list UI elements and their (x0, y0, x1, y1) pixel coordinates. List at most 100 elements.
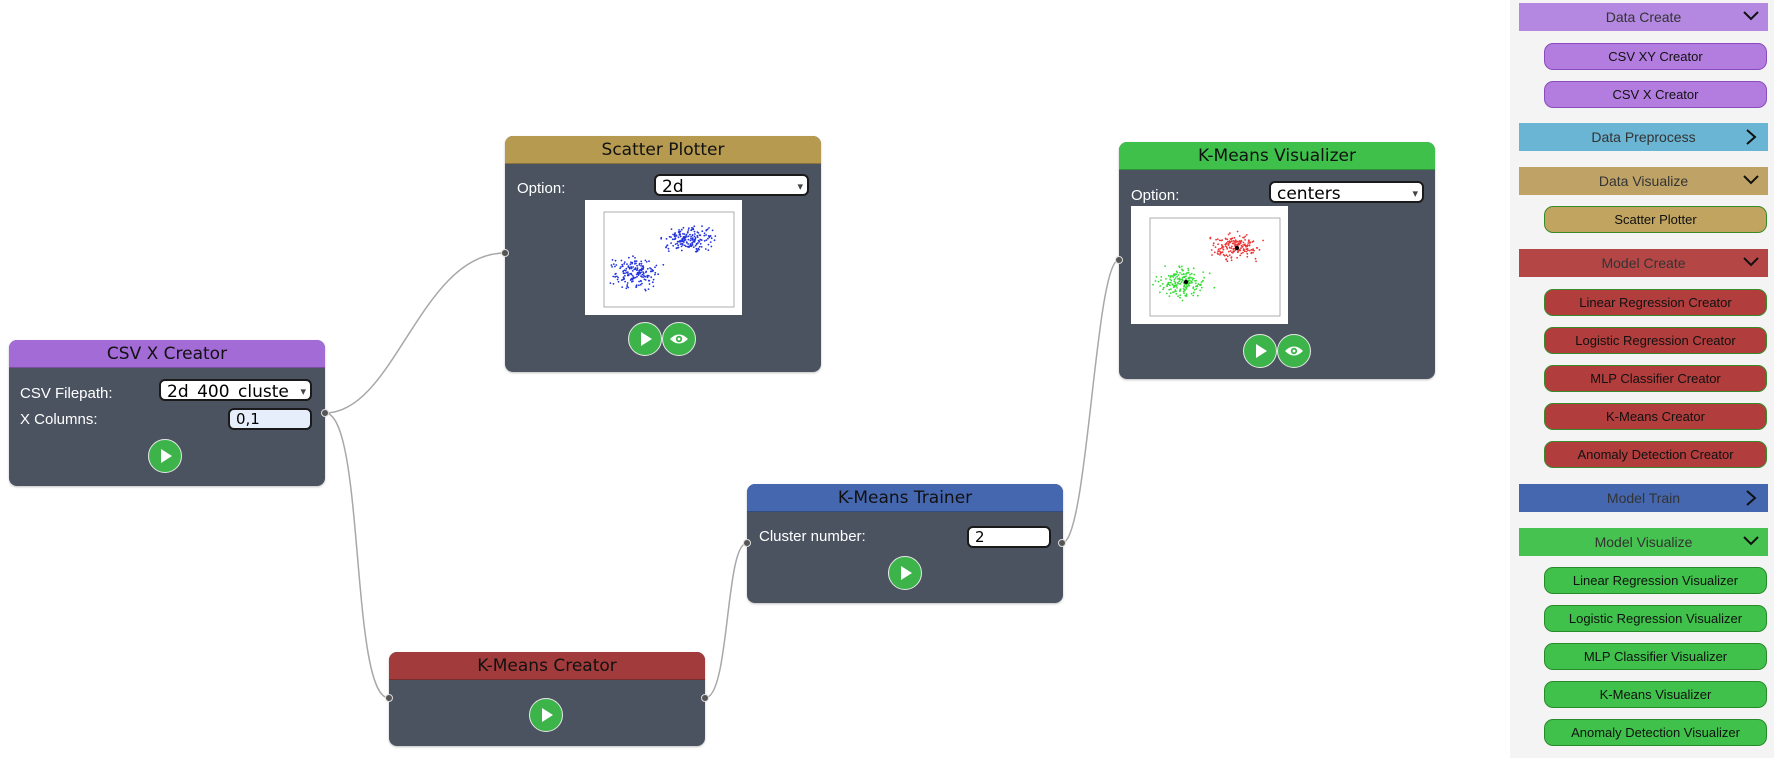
scatter-point (641, 282, 643, 285)
cluster-point (1182, 273, 1185, 275)
cluster-point (1193, 288, 1196, 291)
scatter-point (683, 241, 685, 243)
cluster-number-input[interactable]: 2 (967, 526, 1051, 548)
csv-filepath-select[interactable]: 2d_400_cluste ▾ (159, 379, 312, 401)
palette-item-csv-x-creator[interactable]: CSV X Creator (1544, 81, 1767, 108)
scatter-point (687, 229, 690, 231)
scatter-point (644, 275, 646, 278)
category-data-visualize[interactable]: Data Visualize (1519, 167, 1768, 195)
run-button[interactable] (628, 322, 662, 356)
palette-item-logistic-regression-creator[interactable]: Logistic Regression Creator (1544, 327, 1767, 354)
node-editor-canvas[interactable]: CSV X Creator CSV Filepath: 2d_400_clust… (0, 0, 1510, 758)
cluster-point (1167, 282, 1169, 285)
palette-item-linear-regression-visualizer[interactable]: Linear Regression Visualizer (1544, 567, 1767, 594)
scatter-point (626, 263, 628, 265)
cluster-point (1246, 255, 1249, 258)
run-button[interactable] (1243, 334, 1277, 368)
visualizer-option-select[interactable]: centers ▾ (1269, 181, 1424, 203)
palette-item-mlp-classifier-creator[interactable]: MLP Classifier Creator (1544, 365, 1767, 392)
cluster-point (1181, 269, 1184, 272)
kmeans-creator-input-port[interactable] (385, 694, 393, 702)
category-model-visualize[interactable]: Model Visualize (1519, 528, 1768, 556)
kmeans-creator-output-port[interactable] (701, 694, 709, 702)
scatter-point (640, 268, 643, 271)
palette-item-csv-xy-creator[interactable]: CSV XY Creator (1544, 43, 1767, 70)
run-button[interactable] (888, 556, 922, 590)
cluster-point (1208, 272, 1211, 275)
wire-csv-to-kmeans-creator (324, 412, 390, 699)
cluster-point (1217, 243, 1219, 246)
scatter-point (699, 242, 702, 245)
view-button[interactable] (1277, 334, 1311, 368)
palette-item-anomaly-detection-creator[interactable]: Anomaly Detection Creator (1544, 441, 1767, 468)
cluster-point (1225, 258, 1227, 261)
view-button[interactable] (662, 322, 696, 356)
scatter-point (704, 248, 707, 250)
palette-item-linear-regression-creator[interactable]: Linear Regression Creator (1544, 289, 1767, 316)
cluster-point (1219, 247, 1222, 250)
scatter-point (623, 263, 626, 265)
cluster-point (1181, 299, 1184, 302)
cluster-point (1189, 273, 1191, 276)
scatter-point (624, 280, 626, 283)
kmeans-trainer-input-port[interactable] (743, 539, 751, 547)
scatter-point (630, 267, 633, 269)
category-model-create[interactable]: Model Create (1519, 249, 1768, 277)
kmeans-trainer-node[interactable]: K-Means Trainer Cluster number: 2 (747, 484, 1063, 603)
chevron-down-icon (1743, 536, 1759, 546)
palette-item-scatter-plotter[interactable]: Scatter Plotter (1544, 206, 1767, 233)
chevron-right-icon (1746, 490, 1757, 506)
scatter-point (667, 247, 670, 250)
palette-item-logistic-regression-visualizer[interactable]: Logistic Regression Visualizer (1544, 605, 1767, 632)
kmeans-visualizer-header[interactable]: K-Means Visualizer (1119, 142, 1435, 170)
scatter-point (665, 238, 668, 240)
category-model-train[interactable]: Model Train (1519, 484, 1768, 512)
scatter-point (678, 241, 681, 243)
scatter-plotter-node[interactable]: Scatter Plotter Option: 2d ▾ (505, 136, 821, 372)
run-button[interactable] (148, 439, 182, 473)
chevron-down-icon: ▾ (1412, 187, 1418, 200)
kmeans-trainer-header[interactable]: K-Means Trainer (747, 484, 1063, 512)
scatter-point (625, 267, 628, 270)
plot-option-select[interactable]: 2d ▾ (654, 174, 809, 196)
chevron-down-icon (1743, 175, 1759, 185)
scatter-point (632, 280, 634, 282)
cluster-point (1232, 248, 1235, 251)
visualizer-option-value: centers (1277, 184, 1341, 203)
kmeans-trainer-output-port[interactable] (1058, 539, 1066, 547)
category-data-preprocess[interactable]: Data Preprocess (1519, 123, 1768, 151)
scatter-point (648, 275, 650, 277)
cluster-point (1183, 292, 1185, 295)
kmeans-creator-node[interactable]: K-Means Creator (389, 652, 705, 746)
csv-x-creator-header[interactable]: CSV X Creator (9, 340, 325, 368)
scatter-point (638, 284, 640, 287)
csv-x-output-port[interactable] (321, 409, 329, 417)
category-data-create[interactable]: Data Create (1519, 3, 1768, 31)
cluster-point (1218, 239, 1221, 242)
palette-item-anomaly-detection-visualizer[interactable]: Anomaly Detection Visualizer (1544, 719, 1767, 746)
palette-item-kmeans-creator[interactable]: K-Means Creator (1544, 403, 1767, 430)
x-columns-input[interactable]: 0,1 (228, 408, 312, 430)
scatter-point (682, 226, 685, 229)
scatter-point (696, 231, 699, 233)
scatter-point (648, 283, 651, 285)
kmeans-creator-header[interactable]: K-Means Creator (389, 652, 705, 680)
scatter-input-port[interactable] (501, 249, 509, 257)
cluster-point (1179, 290, 1181, 293)
cluster-point (1168, 295, 1171, 297)
scatter-point (630, 272, 632, 275)
csv-filepath-value: 2d_400_cluste (167, 382, 289, 401)
node-title: Scatter Plotter (601, 140, 725, 160)
palette-item-mlp-classifier-visualizer[interactable]: MLP Classifier Visualizer (1544, 643, 1767, 670)
csv-x-creator-node[interactable]: CSV X Creator CSV Filepath: 2d_400_clust… (9, 340, 325, 486)
palette-item-kmeans-visualizer[interactable]: K-Means Visualizer (1544, 681, 1767, 708)
plot-option-value: 2d (662, 177, 684, 196)
cluster-point (1232, 251, 1234, 254)
eye-icon (1285, 346, 1303, 356)
run-button[interactable] (529, 698, 563, 732)
scatter-point (665, 246, 667, 249)
kmeans-visualizer-input-port[interactable] (1115, 256, 1123, 264)
kmeans-visualizer-node[interactable]: K-Means Visualizer Option: centers ▾ (1119, 142, 1435, 379)
scatter-plotter-header[interactable]: Scatter Plotter (505, 136, 821, 164)
cluster-point (1236, 240, 1239, 243)
